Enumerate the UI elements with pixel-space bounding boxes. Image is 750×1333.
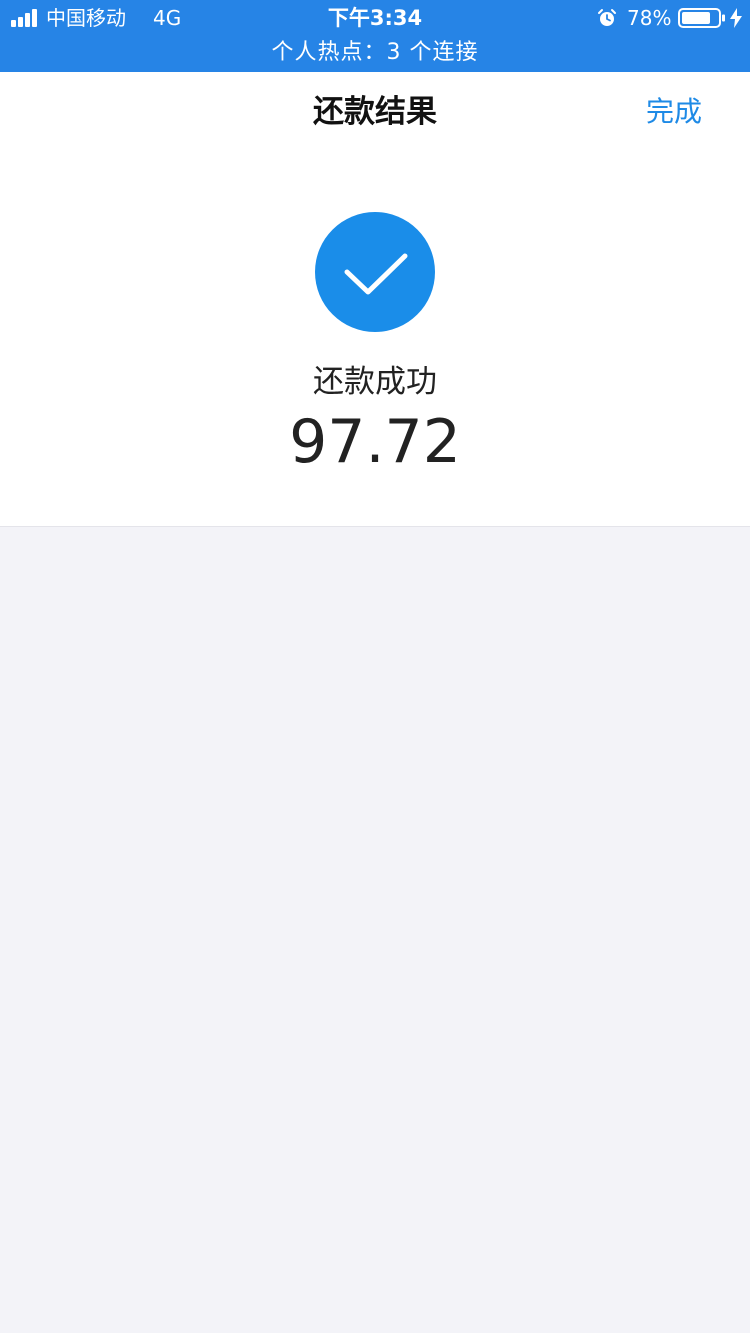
check-circle-icon xyxy=(315,212,435,332)
battery-percent: 78% xyxy=(627,6,672,30)
nav-bar: 还款结果 完成 xyxy=(0,72,750,154)
hotspot-indicator[interactable]: 个人热点：3 个连接 xyxy=(0,38,750,68)
status-bar: 中国移动 4G 下午3:34 78% 个人热点：3 个连接 xyxy=(0,0,750,72)
result-panel: 还款成功 97.72 xyxy=(0,154,750,527)
result-status-text: 还款成功 xyxy=(313,364,437,400)
page-title: 还款结果 xyxy=(313,94,437,130)
alarm-icon xyxy=(598,9,616,26)
battery-icon xyxy=(678,8,725,28)
charging-bolt-icon xyxy=(730,8,742,28)
status-row: 中国移动 4G 下午3:34 78% xyxy=(0,0,750,36)
done-button[interactable]: 完成 xyxy=(646,92,702,132)
repayment-amount: 97.72 xyxy=(289,407,461,477)
